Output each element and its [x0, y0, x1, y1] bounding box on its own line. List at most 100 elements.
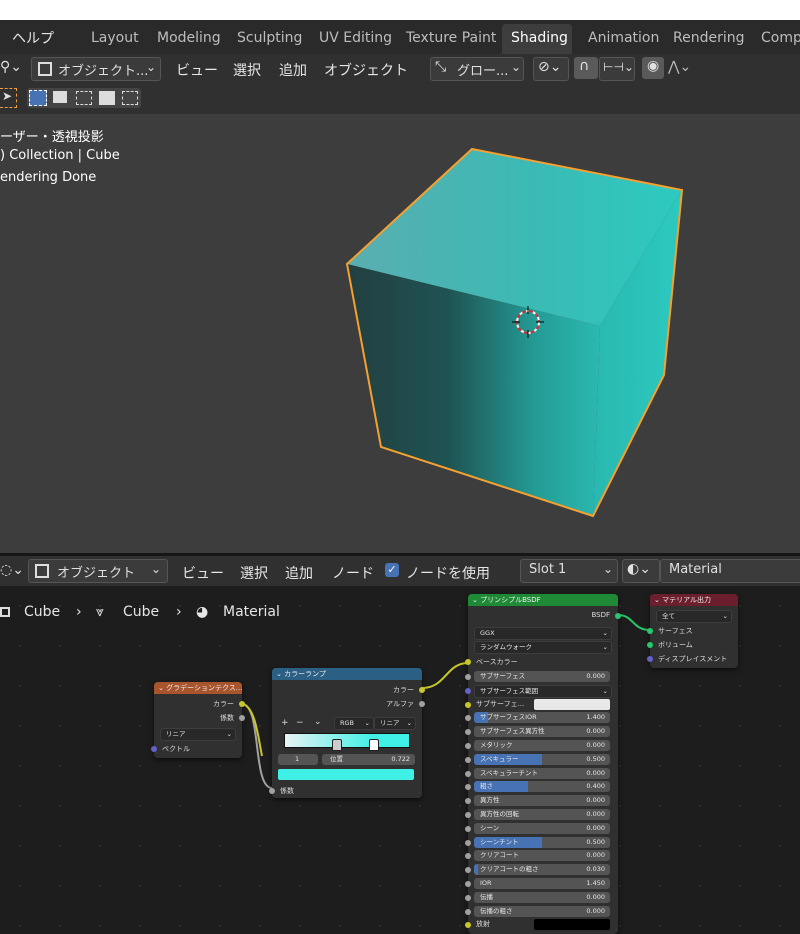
input-socket[interactable] — [465, 715, 471, 722]
ramp-stop-handle[interactable] — [332, 739, 342, 751]
input-socket[interactable] — [465, 743, 471, 749]
bsdf-field[interactable]: クリアコート 0.000 — [474, 850, 610, 862]
input-socket[interactable] — [465, 756, 471, 763]
input-socket[interactable] — [465, 867, 471, 874]
gradient-type-select[interactable]: リニア ⌄ — [160, 728, 236, 741]
node-menu-node[interactable]: ノード — [332, 563, 374, 583]
output-color-socket[interactable] — [239, 701, 245, 707]
input-socket[interactable] — [465, 784, 471, 791]
stop-index-field[interactable]: 1 — [278, 754, 318, 765]
cube-render[interactable] — [0, 114, 800, 554]
mode-select[interactable]: オブジェクト... ⌄ — [31, 57, 161, 81]
menu-help[interactable]: ヘルプ — [12, 28, 54, 48]
select-tool-icon[interactable]: ➤ — [0, 88, 17, 108]
node-mode-select[interactable]: オブジェクト ⌄ — [28, 559, 168, 583]
select-new-icon[interactable] — [29, 90, 47, 106]
pivot-select[interactable]: ⊘⌄ — [533, 57, 569, 81]
menu-add[interactable]: 追加 — [279, 60, 307, 80]
add-stop-button[interactable]: + — [281, 718, 289, 728]
select-invert-icon[interactable] — [99, 91, 115, 105]
input-socket[interactable] — [465, 908, 471, 915]
use-nodes-checkbox[interactable]: ✓ — [385, 563, 399, 577]
input-surface-socket[interactable] — [647, 628, 653, 634]
tab-rendering[interactable]: Rendering — [673, 30, 745, 46]
input-displacement-socket[interactable] — [647, 656, 653, 662]
material-name-field[interactable]: Material — [660, 559, 800, 583]
material-browse-button[interactable]: ◐⌄ — [622, 559, 660, 583]
bsdf-field[interactable]: 粗さ 0.400 — [474, 781, 610, 793]
remove-stop-button[interactable]: − — [296, 718, 304, 728]
input-socket[interactable] — [465, 798, 471, 805]
editor-type-icon[interactable]: ⚲⌄ — [0, 59, 22, 75]
input-socket[interactable] — [465, 701, 471, 708]
chevron-down-icon[interactable]: ⌄ — [314, 717, 322, 727]
menu-select[interactable]: 選択 — [233, 60, 261, 80]
transform-orientation-select[interactable]: ⤡ グロー... ⌄ — [430, 57, 524, 81]
tab-compositing[interactable]: Compo — [761, 30, 800, 46]
color-ramp-gradient-bar[interactable] — [284, 733, 410, 748]
gradient-texture-node[interactable]: ⌄ グラデーションテクス... カラー 係数 リニア ⌄ ベクトル — [151, 682, 245, 758]
bsdf-field[interactable]: 異方性 0.000 — [474, 795, 610, 807]
3d-viewport[interactable]: ーザー・透視投影 ) Collection | Cube endering Do… — [0, 114, 800, 554]
input-socket[interactable] — [465, 674, 471, 680]
menu-view[interactable]: ビュー — [176, 60, 218, 80]
material-output-node[interactable]: ⌄ マテリアル出力 全て ⌄ サーフェス ボリューム ディスプレイスメント — [647, 594, 738, 668]
input-socket[interactable] — [465, 729, 471, 736]
output-alpha-socket[interactable] — [419, 701, 425, 707]
node-header[interactable]: ⌄ グラデーションテクス... — [154, 682, 242, 694]
output-bsdf-socket[interactable] — [615, 613, 621, 619]
output-color-socket[interactable] — [419, 687, 425, 693]
input-fac-socket[interactable] — [269, 788, 275, 794]
bsdf-color-swatch[interactable] — [534, 919, 610, 931]
bsdf-field[interactable]: サブサーフェス範囲 ⌄ — [474, 684, 612, 698]
slot-select[interactable]: Slot 1 ⌄ — [520, 559, 618, 583]
tab-shading[interactable]: Shading — [511, 30, 568, 46]
bsdf-field[interactable]: スペキュラー 0.500 — [474, 753, 610, 765]
stop-position-field[interactable]: 位置 0.722 — [322, 754, 415, 765]
tab-animation[interactable]: Animation — [588, 30, 659, 46]
node-header[interactable]: ⌄ プリンシプルBSDF — [468, 594, 618, 606]
snap-toggle[interactable]: ∩ — [574, 57, 598, 79]
bsdf-field[interactable]: IOR 1.450 — [474, 878, 610, 889]
output-fac-socket[interactable] — [239, 715, 245, 721]
color-ramp-node[interactable]: ⌄ カラーランプ カラー アルファ + − ⌄ RGB ⌄ リニア ⌄ 1 位置 0… — [269, 668, 425, 798]
bsdf-field[interactable]: 伝播の粗さ 0.000 — [474, 905, 610, 917]
node-header[interactable]: ⌄ カラーランプ — [272, 668, 422, 680]
editor-type-icon[interactable]: ◌⌄ — [0, 562, 24, 578]
distribution-select[interactable]: GGX ⌄ — [474, 627, 612, 640]
bsdf-field[interactable]: サブサーフェスIOR 1.400 — [474, 712, 610, 724]
bsdf-field[interactable]: シーン 0.000 — [474, 822, 610, 834]
node-menu-add[interactable]: 追加 — [285, 563, 313, 583]
input-socket[interactable] — [465, 881, 471, 887]
bsdf-field[interactable]: クリアコートの粗さ 0.030 — [474, 864, 610, 876]
input-base-color-socket[interactable] — [465, 659, 471, 665]
input-volume-socket[interactable] — [647, 642, 653, 648]
menu-object[interactable]: オブジェクト — [324, 60, 408, 80]
input-socket[interactable] — [465, 825, 471, 832]
tab-sculpting[interactable]: Sculpting — [237, 30, 302, 46]
node-editor-canvas[interactable]: Cube › ⩔ Cube › ◕ Material ⌄ グラデーションテクス.… — [0, 586, 800, 934]
input-socket[interactable] — [465, 687, 471, 694]
input-socket[interactable] — [465, 770, 471, 777]
select-extend-icon[interactable] — [53, 91, 67, 103]
proportional-edit-toggle[interactable]: ◉ — [642, 57, 664, 79]
principled-bsdf-node[interactable]: ⌄ プリンシプルBSDF BSDF GGX ⌄ ランダムウォーク ⌄ ベースカラー … — [465, 594, 621, 934]
falloff-curve-icon[interactable]: ⋀⌄ — [668, 59, 691, 75]
subsurface-method-select[interactable]: ランダムウォーク ⌄ — [474, 641, 612, 654]
bsdf-color-swatch[interactable] — [534, 698, 610, 710]
interpolation-select[interactable]: リニア ⌄ — [374, 717, 416, 730]
input-socket[interactable] — [465, 894, 471, 901]
select-subtract-icon[interactable] — [76, 91, 92, 105]
input-vector-socket[interactable] — [151, 746, 157, 752]
node-header[interactable]: ⌄ マテリアル出力 — [650, 594, 738, 606]
bsdf-field[interactable]: メタリック 0.000 — [474, 740, 610, 751]
input-socket[interactable] — [465, 839, 471, 846]
input-socket[interactable] — [465, 922, 471, 929]
stop-color-swatch[interactable] — [278, 769, 414, 780]
bsdf-field[interactable]: 異方性の回転 0.000 — [474, 809, 610, 820]
bsdf-field[interactable]: シーンチント 0.500 — [474, 836, 610, 848]
snap-target-select[interactable]: ⊢⊣⌄ — [599, 57, 635, 81]
select-intersect-icon[interactable] — [122, 91, 138, 105]
bsdf-field[interactable]: サブサーフェス 0.000 — [474, 671, 610, 682]
color-mode-select[interactable]: RGB ⌄ — [334, 717, 374, 730]
